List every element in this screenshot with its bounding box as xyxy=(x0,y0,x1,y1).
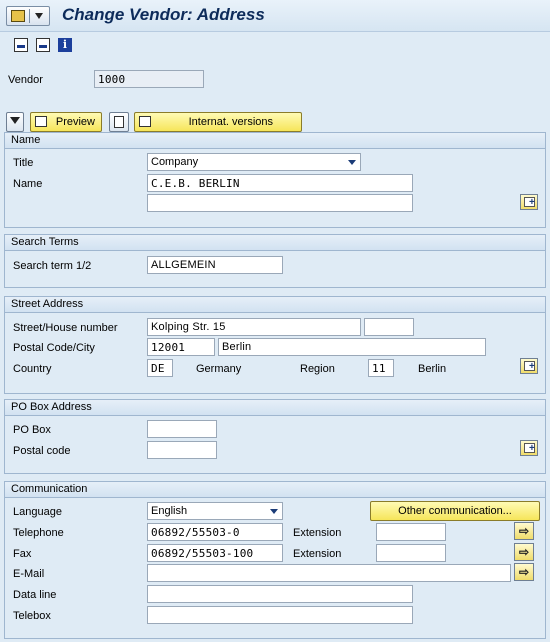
fax-more-button[interactable]: ⇨ xyxy=(514,543,534,561)
city-field[interactable]: Berlin xyxy=(218,338,486,356)
internat-versions-label: Internat. versions xyxy=(188,116,273,128)
fax-field[interactable]: 06892/55503-100 xyxy=(147,544,283,562)
more-fields-icon[interactable] xyxy=(520,194,538,210)
page-title: Change Vendor: Address xyxy=(62,5,265,24)
po-box-label: PO Box xyxy=(13,424,51,436)
dataline-field[interactable] xyxy=(147,585,413,603)
other-communication-button[interactable]: Other communication... xyxy=(370,501,540,521)
other-vendor-icon[interactable] xyxy=(36,38,50,52)
country-field[interactable]: DE xyxy=(147,359,173,377)
postal-code-field[interactable]: 12001 xyxy=(147,338,215,356)
communication-button[interactable] xyxy=(109,112,129,132)
display-change-icon[interactable] xyxy=(14,38,28,52)
po-box-field[interactable] xyxy=(147,420,217,438)
name2-field[interactable] xyxy=(147,194,413,212)
email-field[interactable] xyxy=(147,564,511,582)
system-menu-icon xyxy=(11,10,25,22)
email-more-button[interactable]: ⇨ xyxy=(514,563,534,581)
more-fields-icon[interactable] xyxy=(520,358,538,374)
vendor-field[interactable]: 1000 xyxy=(94,70,204,88)
system-menu-button[interactable] xyxy=(6,6,50,26)
chevron-down-icon xyxy=(35,13,43,19)
street-field[interactable]: Kolping Str. 15 xyxy=(147,318,361,336)
arrow-right-icon: ⇨ xyxy=(519,565,530,579)
country-label: Country xyxy=(13,363,52,375)
group-title: PO Box Address xyxy=(5,400,545,416)
preview-label: Preview xyxy=(55,116,95,128)
internat-versions-button[interactable]: Internat. versions xyxy=(134,112,302,132)
tel-extension-field[interactable] xyxy=(376,523,446,541)
telephone-label: Telephone xyxy=(13,527,64,539)
group-title: Search Terms xyxy=(5,235,545,251)
name-field[interactable]: C.E.B. BERLIN xyxy=(147,174,413,192)
fax-extension-field[interactable] xyxy=(376,544,446,562)
postal-city-label: Postal Code/City xyxy=(13,342,95,354)
title-dropdown[interactable]: Company xyxy=(147,153,361,171)
group-title: Communication xyxy=(5,482,545,498)
more-fields-icon[interactable] xyxy=(520,440,538,456)
divider xyxy=(29,9,30,23)
title-value: Company xyxy=(151,156,199,168)
arrow-right-icon: ⇨ xyxy=(519,524,530,538)
po-postal-code-label: Postal code xyxy=(13,445,71,457)
telephone-field[interactable]: 06892/55503-0 xyxy=(147,523,283,541)
house-number-field[interactable] xyxy=(364,318,414,336)
region-name: Berlin xyxy=(418,363,447,375)
preview-button[interactable]: Preview xyxy=(30,112,102,132)
language-label: Language xyxy=(13,506,62,518)
tel-extension-label: Extension xyxy=(293,527,342,539)
printer-icon xyxy=(35,116,47,127)
region-field[interactable]: 11 xyxy=(368,359,394,377)
fax-label: Fax xyxy=(13,548,32,560)
po-box-group: PO Box Address xyxy=(4,399,546,474)
telebox-field[interactable] xyxy=(147,606,413,624)
group-title: Name xyxy=(5,133,545,149)
chevron-down-icon xyxy=(270,509,278,514)
group-title: Street Address xyxy=(5,297,545,313)
info-icon[interactable]: i xyxy=(58,38,72,52)
street-label: Street/House number xyxy=(13,322,118,334)
search-term-field[interactable]: ALLGEMEIN xyxy=(147,256,283,274)
dataline-label: Data line xyxy=(13,589,57,601)
vendor-label: Vendor xyxy=(8,74,43,86)
arrow-right-icon: ⇨ xyxy=(519,545,530,559)
name-label: Name xyxy=(13,178,43,190)
email-label: E-Mail xyxy=(13,568,45,580)
chevron-down-icon xyxy=(348,160,356,165)
telephone-more-button[interactable]: ⇨ xyxy=(514,522,534,540)
telebox-label: Telebox xyxy=(13,610,51,622)
language-value: English xyxy=(151,505,188,517)
region-label: Region xyxy=(300,363,335,375)
expand-button[interactable] xyxy=(6,112,24,132)
search-term-label: Search term 1/2 xyxy=(13,260,92,272)
country-name: Germany xyxy=(196,363,242,375)
fax-extension-label: Extension xyxy=(293,548,342,560)
lock-icon xyxy=(114,116,124,128)
versions-icon xyxy=(139,116,151,127)
title-label: Title xyxy=(13,157,34,169)
language-dropdown[interactable]: English xyxy=(147,502,283,520)
chevron-down-icon xyxy=(10,117,20,124)
po-postal-code-field[interactable] xyxy=(147,441,217,459)
